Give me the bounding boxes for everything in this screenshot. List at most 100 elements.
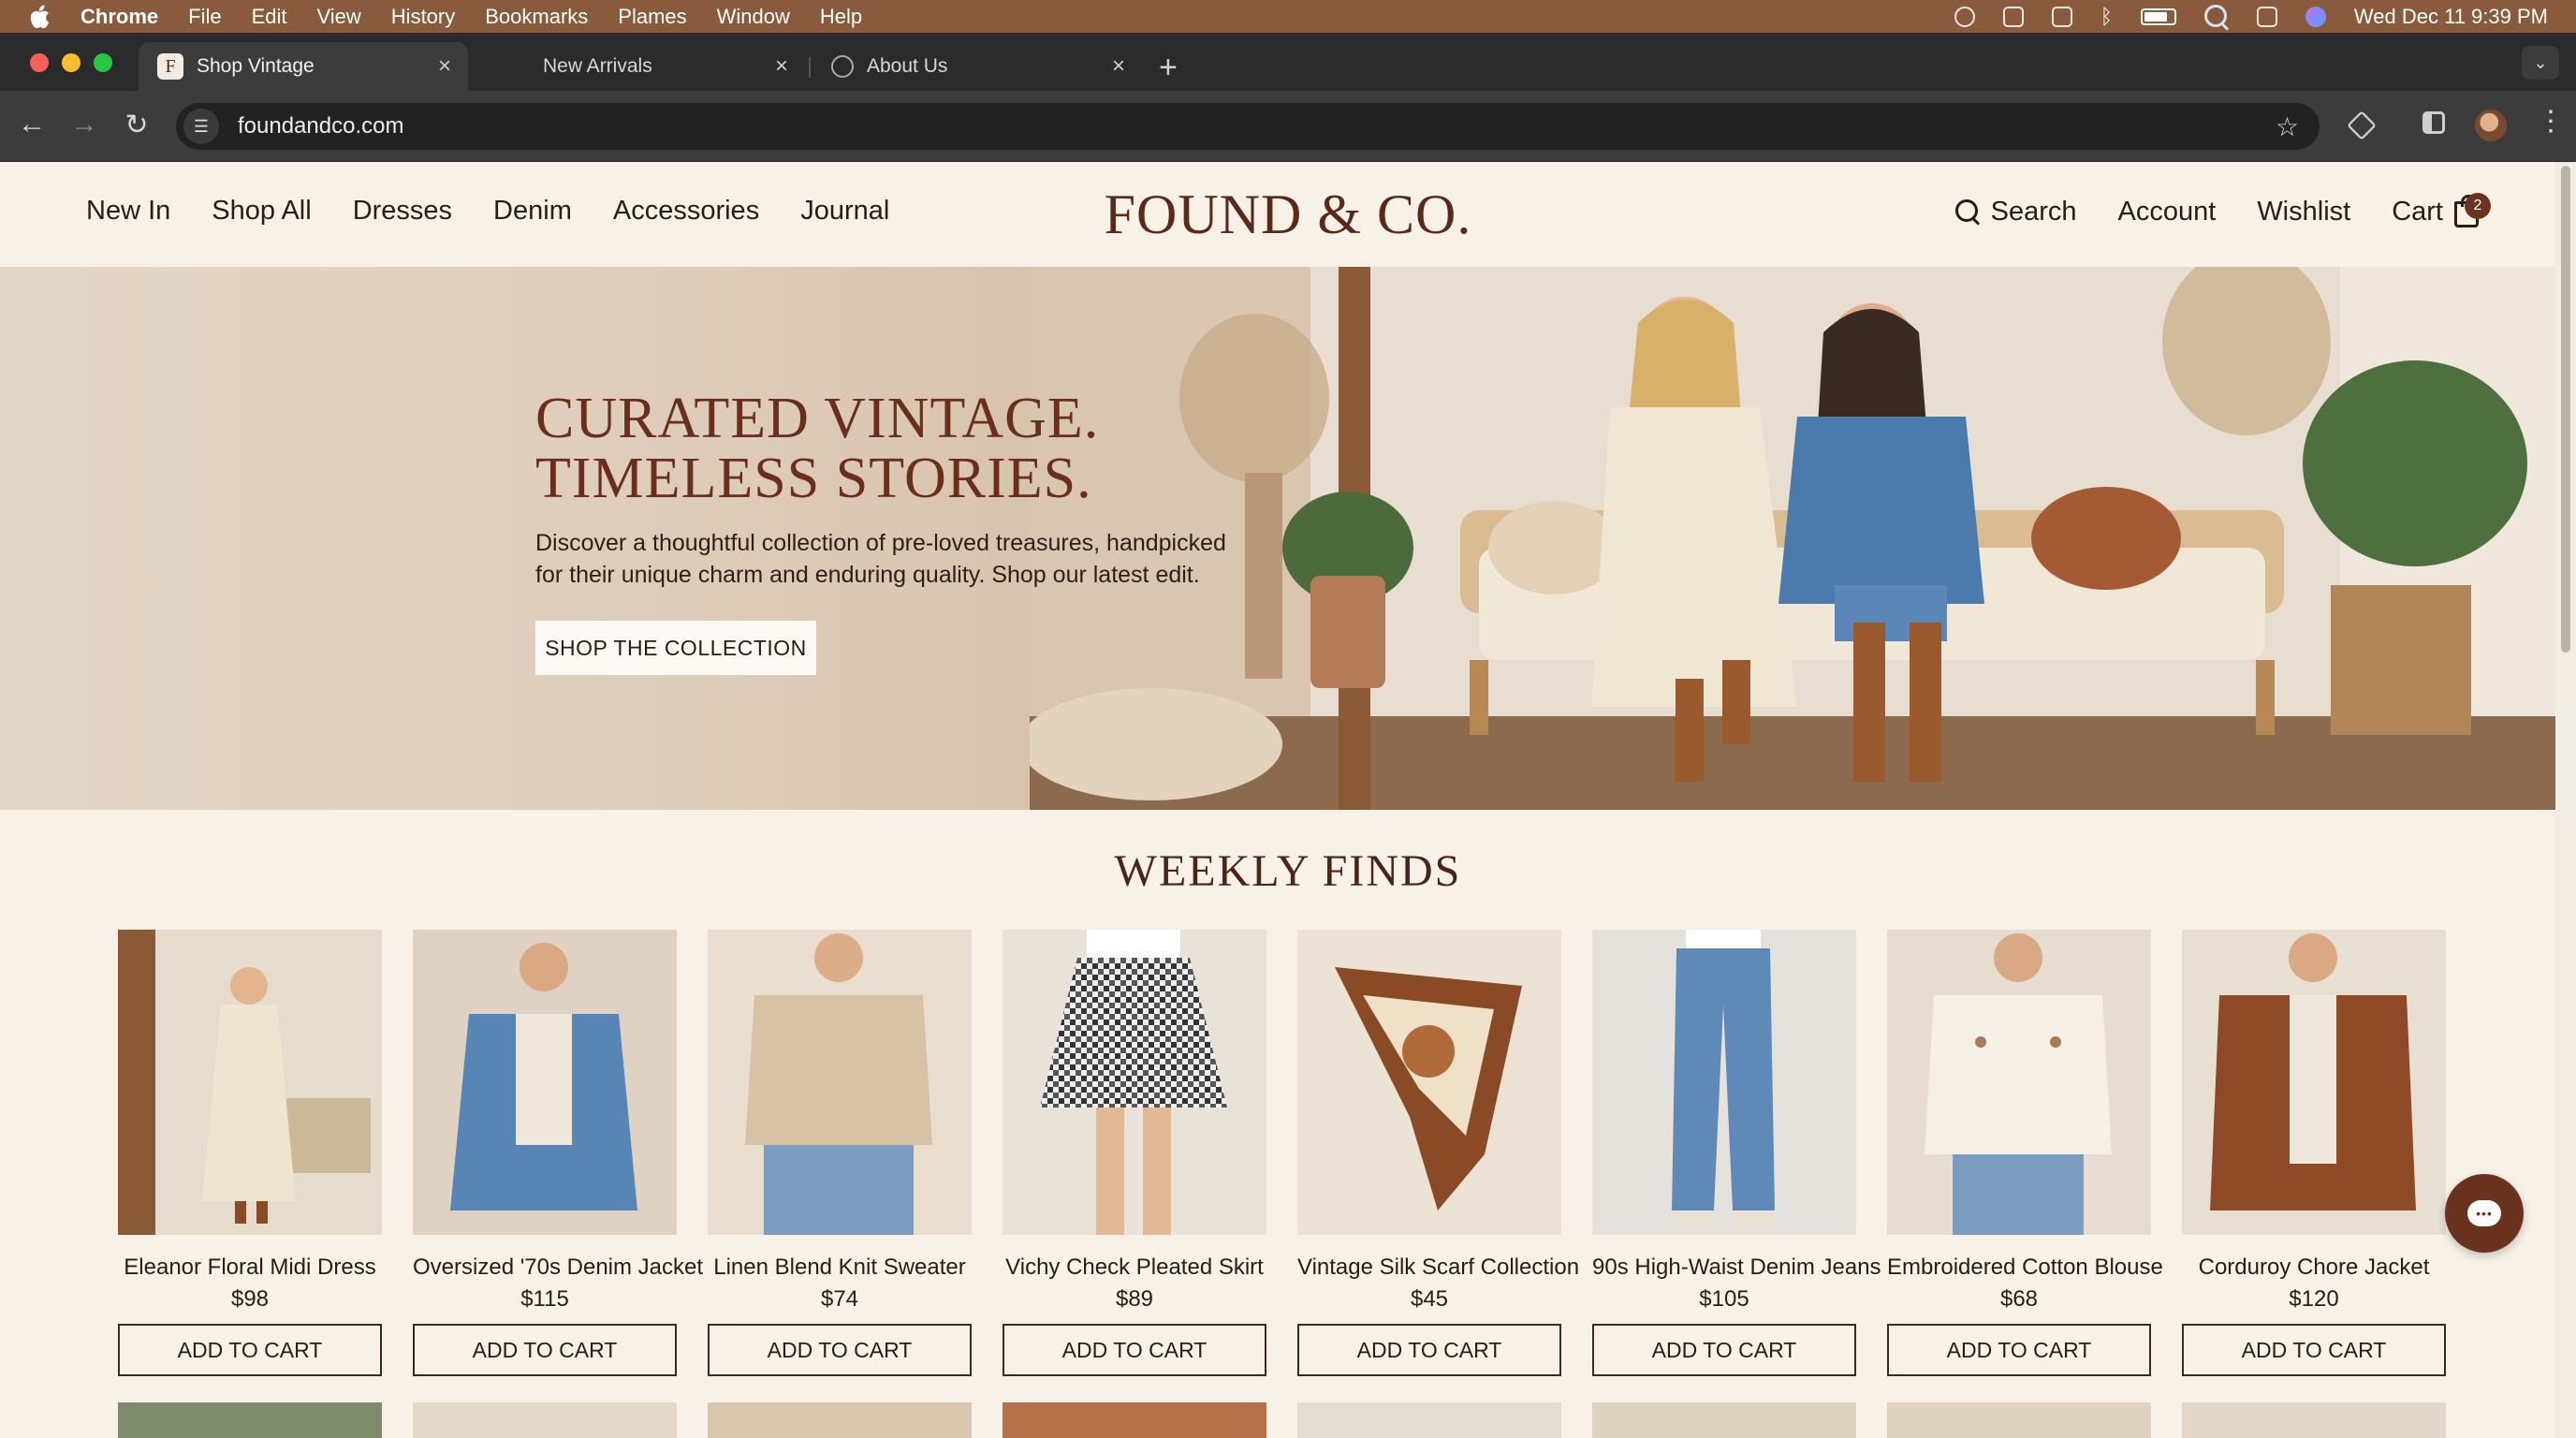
product-name[interactable]: Vintage Silk Scarf Collection [1297, 1255, 1579, 1281]
focus-status-icon[interactable] [1954, 6, 1975, 27]
add-to-cart-button[interactable]: ADD TO CART [1003, 1324, 1266, 1376]
product-card: 90s High-Waist Denim Jeans $105 ADD TO C… [1592, 930, 1881, 1376]
product-price: $45 [1410, 1286, 1449, 1312]
web-page: New In Shop All Dresses Denim Accessorie… [0, 162, 2555, 1438]
cart-label: Cart [2392, 196, 2443, 227]
product-image[interactable] [2182, 930, 2446, 1235]
profile-avatar[interactable] [2475, 110, 2507, 141]
search-icon [1954, 199, 1980, 224]
add-to-cart-button[interactable]: ADD TO CART [1297, 1324, 1561, 1376]
wishlist-link[interactable]: Wishlist [2257, 197, 2350, 227]
chat-widget-button[interactable] [2445, 1174, 2524, 1253]
close-tab-icon[interactable]: × [775, 53, 788, 80]
product-name[interactable]: 90s High-Waist Denim Jeans [1592, 1255, 1881, 1281]
product-card: Corduroy Chore Jacket $120 ADD TO CART [2182, 930, 2446, 1376]
product-image-next-row[interactable] [2182, 1402, 2446, 1438]
window-controls [30, 53, 112, 72]
add-to-cart-button[interactable]: ADD TO CART [1887, 1324, 2151, 1376]
product-image-next-row[interactable] [413, 1402, 677, 1438]
product-image[interactable] [708, 930, 972, 1235]
add-to-cart-button[interactable]: ADD TO CART [1592, 1324, 1856, 1376]
product-name[interactable]: Embroidered Cotton Blouse [1887, 1255, 2163, 1281]
add-to-cart-button[interactable]: ADD TO CART [708, 1324, 972, 1376]
add-to-cart-button[interactable]: ADD TO CART [413, 1324, 677, 1376]
product-price: $74 [820, 1286, 859, 1312]
hero-image [1030, 267, 2555, 810]
battery-icon[interactable] [2140, 7, 2176, 25]
input-source-icon[interactable] [2002, 6, 2024, 27]
tab-new-arrivals[interactable]: New Arrivals × [487, 42, 805, 91]
cart-count-badge: 2 [2465, 193, 2491, 219]
chrome-menu-icon[interactable]: ⋮ [2537, 108, 2565, 136]
product-image[interactable] [118, 930, 382, 1235]
tab-divider [809, 57, 811, 78]
menu-window[interactable]: Window [717, 5, 790, 29]
siri-icon[interactable] [2305, 6, 2326, 27]
address-bar[interactable]: ☰ foundandco.com ☆ [176, 103, 2320, 150]
app-status-icon[interactable] [2051, 6, 2072, 27]
minimize-window-button[interactable] [62, 53, 80, 72]
close-tab-icon[interactable]: × [1112, 53, 1125, 80]
menu-bookmarks[interactable]: Bookmarks [485, 5, 588, 29]
product-image-next-row[interactable] [1003, 1402, 1266, 1438]
close-tab-icon[interactable]: × [438, 53, 451, 80]
tab-about-us[interactable]: About Us × [812, 42, 1142, 91]
product-image[interactable] [413, 930, 677, 1235]
menu-bar-clock[interactable]: Wed Dec 11 9:39 PM [2354, 5, 2548, 29]
product-name[interactable]: Vichy Check Pleated Skirt [1003, 1255, 1266, 1281]
product-image-next-row[interactable] [1592, 1402, 1856, 1438]
menu-view[interactable]: View [317, 5, 361, 29]
close-window-button[interactable] [30, 53, 49, 72]
cart-link[interactable]: Cart 2 [2392, 193, 2491, 227]
menu-history[interactable]: History [391, 5, 455, 29]
side-panel-icon[interactable] [2422, 111, 2445, 134]
menu-help[interactable]: Help [820, 5, 862, 29]
product-price: $120 [2289, 1286, 2339, 1312]
add-to-cart-button[interactable]: ADD TO CART [118, 1324, 382, 1376]
menu-app-name[interactable]: Chrome [80, 5, 158, 29]
page-scrollbar[interactable] [2555, 162, 2576, 1438]
product-image-next-row[interactable] [1887, 1402, 2151, 1438]
site-info-icon[interactable]: ☰ [183, 109, 219, 144]
scrollbar-thumb[interactable] [2561, 166, 2570, 653]
menu-plames[interactable]: Plames [618, 5, 686, 29]
bookmark-star-icon[interactable]: ☆ [2276, 111, 2299, 142]
product-image[interactable] [1887, 930, 2151, 1235]
back-arrow-icon[interactable]: ← [15, 108, 49, 141]
maximize-window-button[interactable] [94, 53, 112, 72]
search-label: Search [1990, 196, 2077, 227]
product-name[interactable]: Linen Blend Knit Sweater [708, 1255, 972, 1281]
product-image-next-row[interactable] [1297, 1402, 1561, 1438]
add-to-cart-button[interactable]: ADD TO CART [2182, 1324, 2446, 1376]
product-image[interactable] [1003, 930, 1266, 1235]
spotlight-search-icon[interactable] [2203, 4, 2229, 29]
product-image[interactable] [1297, 930, 1561, 1235]
menu-file[interactable]: File [188, 5, 221, 29]
apple-icon[interactable] [26, 4, 52, 30]
new-tab-plus-icon[interactable]: + [1159, 51, 1178, 83]
product-name[interactable]: Eleanor Floral Midi Dress [118, 1255, 382, 1281]
hero-title: CURATED VINTAGE. TIMELESS STORIES. [535, 389, 1099, 508]
product-image[interactable] [1592, 930, 1856, 1235]
product-name[interactable]: Corduroy Chore Jacket [2182, 1255, 2446, 1281]
product-image-next-row[interactable] [708, 1402, 972, 1438]
shop-the-collection-button[interactable]: SHOP THE COLLECTION [535, 621, 816, 675]
product-name[interactable]: Oversized '70s Denim Jacket [413, 1255, 703, 1281]
account-link[interactable]: Account [2118, 197, 2217, 227]
reload-icon[interactable]: ↻ [120, 108, 154, 141]
url-text[interactable]: foundandco.com [238, 113, 403, 139]
tab-shop-vintage[interactable]: F Shop Vintage × [139, 42, 468, 91]
extensions-puzzle-icon[interactable] [2347, 110, 2377, 140]
menu-edit[interactable]: Edit [252, 5, 287, 29]
product-card: Eleanor Floral Midi Dress $98 ADD TO CAR… [118, 930, 382, 1376]
site-header: New In Shop All Dresses Denim Accessorie… [0, 162, 2555, 267]
product-image-next-row[interactable] [118, 1402, 382, 1438]
tab-search-chevron-icon[interactable]: ⌄ [2522, 46, 2559, 80]
search-link[interactable]: Search [1954, 196, 2077, 227]
product-card: Oversized '70s Denim Jacket $115 ADD TO … [413, 930, 703, 1376]
chat-bubble-icon [2467, 1200, 2501, 1226]
product-card: Embroidered Cotton Blouse $68 ADD TO CAR… [1887, 930, 2163, 1376]
forward-arrow-icon[interactable]: → [67, 108, 101, 141]
control-center-icon[interactable] [2256, 6, 2277, 27]
bluetooth-icon[interactable]: ᛒ [2100, 5, 2113, 29]
